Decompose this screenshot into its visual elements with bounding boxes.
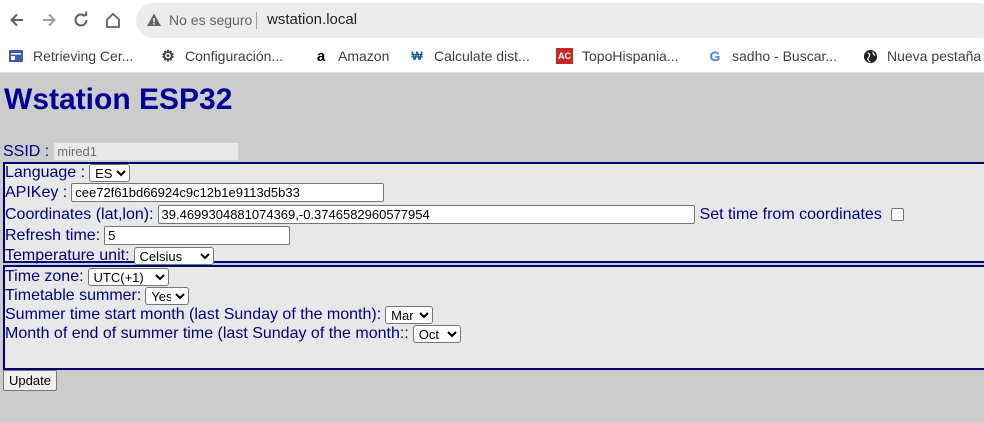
bookmark-topohispania[interactable]: AC TopoHispania...	[556, 46, 679, 66]
language-row: Language : ES	[5, 164, 131, 182]
bookmark-retrieving[interactable]: Retrieving Cer...	[8, 46, 133, 66]
gear-icon: ⚙	[161, 48, 175, 65]
set-time-checkbox[interactable]	[890, 208, 904, 221]
bookmark-label: Amazon	[338, 48, 390, 64]
page-title: Wstation ESP32	[4, 83, 233, 116]
coordinates-input[interactable]	[157, 205, 695, 224]
insecure-label[interactable]: No es seguro	[169, 12, 252, 28]
ssid-row: SSID :	[3, 142, 240, 161]
end-month-label: Month of end of summer time (last Sunday…	[5, 325, 409, 342]
bookmark-label: Nueva pestaña	[887, 48, 982, 64]
summer-select[interactable]: Yes	[145, 287, 190, 305]
start-month-row: Summer time start month (last Sunday of …	[5, 306, 434, 324]
end-month-row: Month of end of summer time (last Sunday…	[5, 325, 461, 343]
set-time-label: Set time from coordinates	[699, 205, 882, 223]
bookmark-label: Configuración...	[185, 48, 284, 64]
bookmark-label: TopoHispania...	[582, 48, 679, 64]
apikey-row: APIKey :	[5, 183, 385, 202]
warning-icon[interactable]	[146, 12, 162, 28]
bookmark-label: sadho - Buscar...	[732, 48, 838, 64]
reload-button[interactable]	[69, 8, 93, 32]
bookmarks-bar: Retrieving Cer... ⚙ Configuración... a A…	[0, 40, 984, 73]
coordinates-label: Coordinates (lat,lon):	[5, 205, 154, 223]
arrow-right-icon	[43, 13, 56, 27]
update-button[interactable]: Update	[3, 370, 57, 391]
bookmark-configuracion[interactable]: ⚙ Configuración...	[160, 46, 283, 66]
ssid-input[interactable]	[53, 142, 240, 161]
bookmark-calculate[interactable]: ₩ Calculate dist...	[409, 46, 530, 66]
bookmark-label: Retrieving Cer...	[33, 48, 134, 64]
calculator-logo-icon: ₩	[411, 49, 423, 63]
apikey-label: APIKey :	[5, 183, 68, 201]
address-bar[interactable]: No es seguro wstation.local	[136, 3, 984, 38]
amazon-icon: a	[316, 47, 326, 65]
browser-toolbar: No es seguro wstation.local	[0, 0, 984, 40]
bookmark-label: Calculate dist...	[434, 48, 530, 64]
summer-row: Timetable summer: Yes	[5, 287, 190, 305]
language-label: Language :	[5, 164, 86, 181]
google-icon: G	[709, 48, 721, 64]
address-divider	[256, 12, 257, 29]
summer-label: Timetable summer:	[5, 287, 142, 304]
timezone-label: Time zone:	[5, 268, 84, 285]
arrow-left-icon	[10, 13, 23, 27]
apikey-input[interactable]	[71, 183, 385, 202]
bookmark-sadho[interactable]: G sadho - Buscar...	[707, 46, 838, 66]
url-text[interactable]: wstation.local	[267, 11, 357, 28]
refresh-row: Refresh time:	[5, 226, 291, 245]
globe-icon	[862, 48, 878, 64]
start-month-select[interactable]: Mar	[385, 306, 434, 324]
topohispania-icon: AC	[556, 48, 573, 64]
refresh-label: Refresh time:	[5, 226, 101, 244]
temperature-label: Temperature unit:	[5, 247, 130, 264]
home-icon	[106, 12, 120, 28]
timezone-select[interactable]: UTC(+1)	[87, 268, 169, 286]
start-month-label: Summer time start month (last Sunday of …	[5, 306, 382, 323]
temperature-select[interactable]: Celsius	[133, 247, 214, 265]
language-select[interactable]: ES	[89, 164, 131, 182]
document-icon	[8, 48, 24, 64]
refresh-input[interactable]	[104, 226, 291, 245]
bookmark-amazon[interactable]: a Amazon	[313, 46, 390, 66]
ssid-label: SSID :	[3, 142, 50, 160]
coordinates-row: Coordinates (lat,lon): Set time from coo…	[5, 205, 904, 224]
bookmark-nueva-pestana[interactable]: Nueva pestaña	[862, 46, 981, 66]
end-month-select[interactable]: Oct	[412, 325, 461, 343]
temperature-row: Temperature unit: Celsius	[5, 247, 214, 265]
home-button[interactable]	[101, 8, 125, 32]
forward-button[interactable]	[37, 8, 61, 32]
timezone-row: Time zone: UTC(+1)	[5, 268, 169, 286]
reload-icon	[74, 11, 88, 27]
back-button[interactable]	[5, 8, 29, 32]
